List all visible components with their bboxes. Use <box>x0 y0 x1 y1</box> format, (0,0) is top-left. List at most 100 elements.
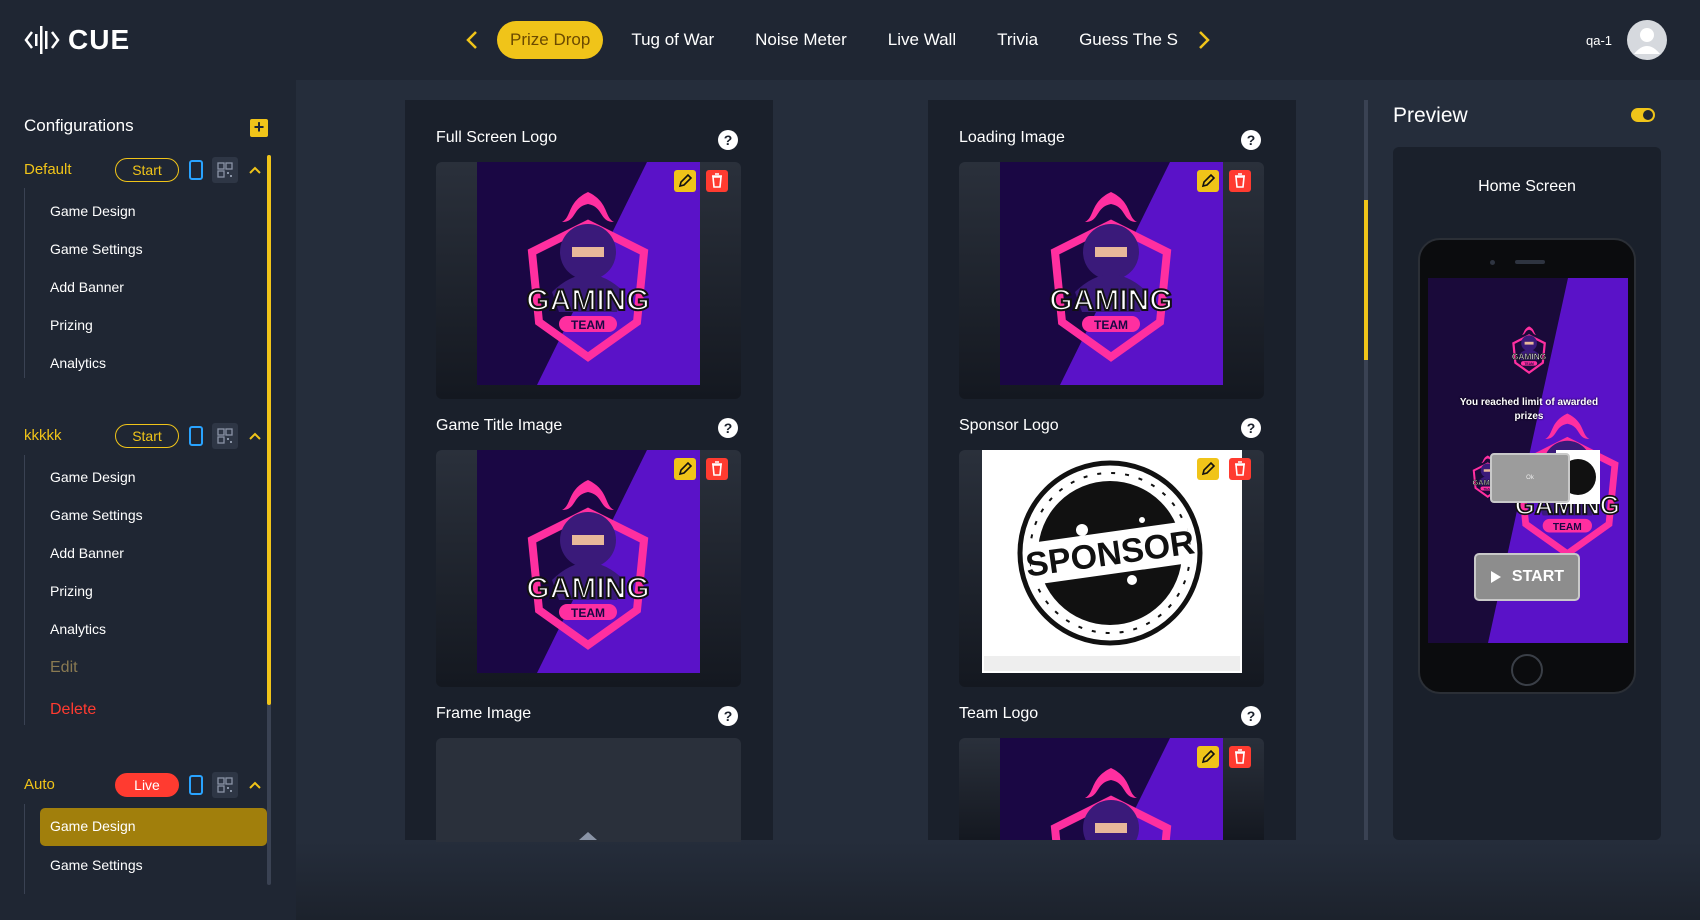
svg-text:TEAM: TEAM <box>571 318 605 332</box>
delete-trash-icon[interactable] <box>1229 170 1251 192</box>
start-label: START <box>1511 568 1565 585</box>
edit-pencil-icon[interactable] <box>1197 458 1219 480</box>
svg-text:GAMING: GAMING <box>526 572 649 605</box>
main-scroll-thumb[interactable] <box>1364 200 1368 360</box>
sidebar-item-game-settings[interactable]: Game Settings <box>50 241 143 257</box>
chevron-up-icon[interactable] <box>248 780 262 790</box>
sidebar-item-game-settings[interactable]: Game Settings <box>50 857 143 873</box>
preview-title: Preview <box>1393 104 1468 127</box>
avatar[interactable] <box>1627 20 1667 60</box>
add-configuration-button[interactable]: + <box>250 118 268 137</box>
qr-code-icon[interactable] <box>212 423 238 449</box>
sidebar-item-prizing[interactable]: Prizing <box>50 317 93 333</box>
edit-pencil-icon[interactable] <box>1197 170 1219 192</box>
tab-prize-drop[interactable]: Prize Drop <box>497 21 604 59</box>
game-title-image-upload[interactable]: GAMING TEAM <box>436 450 741 687</box>
gaming-logo-image: GAMING TEAM <box>1000 738 1223 840</box>
tab-trivia[interactable]: Trivia <box>984 21 1051 59</box>
edit-pencil-icon[interactable] <box>674 170 696 192</box>
help-icon[interactable]: ? <box>1241 418 1261 438</box>
phone-screen: GAMING TEAM GAMING TEAM GAMING TEAM You … <box>1428 278 1628 643</box>
mobile-preview-icon[interactable] <box>189 775 203 795</box>
tab-noise-meter[interactable]: Noise Meter <box>742 21 860 59</box>
loading-image-label: Loading Image <box>959 129 1065 146</box>
sidebar-item-prizing[interactable]: Prizing <box>50 583 93 599</box>
config-name-kkkkk[interactable]: kkkkk <box>24 427 62 444</box>
sponsor-stamp-image: SPONSOR <box>982 450 1242 673</box>
delete-config-link[interactable]: Delete <box>50 701 96 719</box>
config-name-default[interactable]: Default <box>24 161 72 178</box>
scroll-up-icon[interactable] <box>577 828 599 842</box>
sidebar-item-game-design[interactable]: Game Design <box>50 203 136 219</box>
edit-config-link[interactable]: Edit <box>50 659 78 677</box>
edit-pencil-icon[interactable] <box>674 458 696 480</box>
sidebar-item-analytics[interactable]: Analytics <box>50 621 106 637</box>
team-logo-upload[interactable]: GAMING TEAM <box>959 738 1264 840</box>
sidebar-scroll-thumb[interactable] <box>267 155 271 705</box>
tab-guess-the-score[interactable]: Guess The Sc <box>1066 21 1178 59</box>
help-icon[interactable]: ? <box>718 418 738 438</box>
chevron-right-icon[interactable] <box>1194 26 1214 54</box>
play-icon <box>1490 571 1501 583</box>
top-bar: CUE Prize Drop Tug of War Noise Meter Li… <box>0 0 1700 80</box>
gaming-logo-image: GAMING TEAM <box>477 162 700 385</box>
tree-line <box>24 804 25 894</box>
sidebar-item-analytics[interactable]: Analytics <box>50 355 106 371</box>
edit-pencil-icon[interactable] <box>1197 746 1219 768</box>
user-name: qa-1 <box>1586 33 1613 48</box>
svg-text:GAMING: GAMING <box>526 284 649 317</box>
svg-text:TEAM: TEAM <box>1553 522 1582 533</box>
game-title-image-label: Game Title Image <box>436 417 563 434</box>
sidebar-item-add-banner[interactable]: Add Banner <box>50 279 124 295</box>
live-badge[interactable]: Live <box>115 773 179 797</box>
cue-logo-icon <box>24 26 60 54</box>
qr-code-icon[interactable] <box>212 772 238 798</box>
ok-button[interactable]: Ok <box>1490 453 1570 503</box>
tree-line <box>24 455 25 725</box>
sponsor-logo-label: Sponsor Logo <box>959 417 1059 434</box>
svg-text:TEAM: TEAM <box>571 606 605 620</box>
svg-text:TEAM: TEAM <box>1524 362 1534 366</box>
delete-trash-icon[interactable] <box>706 458 728 480</box>
qr-code-icon[interactable] <box>212 157 238 183</box>
delete-trash-icon[interactable] <box>706 170 728 192</box>
delete-trash-icon[interactable] <box>1229 458 1251 480</box>
help-icon[interactable]: ? <box>718 706 738 726</box>
mobile-preview-icon[interactable] <box>189 160 203 180</box>
delete-trash-icon[interactable] <box>1229 746 1251 768</box>
sidebar-item-add-banner[interactable]: Add Banner <box>50 545 124 561</box>
sidebar-item-game-design[interactable]: Game Design <box>50 469 136 485</box>
start-button[interactable]: Start <box>115 424 179 448</box>
chevron-left-icon[interactable] <box>462 26 482 54</box>
chevron-up-icon[interactable] <box>248 431 262 441</box>
phone-mockup: GAMING TEAM GAMING TEAM GAMING TEAM You … <box>1418 238 1636 694</box>
help-icon[interactable]: ? <box>718 130 738 150</box>
start-game-button[interactable]: START <box>1474 553 1580 601</box>
preview-toggle[interactable] <box>1631 108 1655 122</box>
sponsor-logo-upload[interactable]: SPONSOR <box>959 450 1264 687</box>
config-name-auto[interactable]: Auto <box>24 776 55 793</box>
chevron-up-icon[interactable] <box>248 165 262 175</box>
tree-line <box>24 188 25 378</box>
tab-tug-of-war[interactable]: Tug of War <box>618 21 727 59</box>
start-button[interactable]: Start <box>115 158 179 182</box>
bottom-bar <box>296 842 1700 920</box>
full-screen-logo-label: Full Screen Logo <box>436 129 557 146</box>
sidebar-item-game-design-selected[interactable]: Game Design <box>40 808 267 846</box>
help-icon[interactable]: ? <box>1241 130 1261 150</box>
game-tabs: Prize Drop Tug of War Noise Meter Live W… <box>497 21 1193 59</box>
help-icon[interactable]: ? <box>1241 706 1261 726</box>
loading-image-upload[interactable]: GAMING TEAM <box>959 162 1264 399</box>
sidebar-item-game-settings[interactable]: Game Settings <box>50 507 143 523</box>
full-screen-logo-upload[interactable]: GAMING TEAM <box>436 162 741 399</box>
phone-camera <box>1490 260 1495 265</box>
gaming-logo-image: GAMING TEAM <box>477 450 700 673</box>
app-logo[interactable]: CUE <box>24 22 130 58</box>
svg-text:GAMING: GAMING <box>1049 284 1172 317</box>
preview-screen-label: Home Screen <box>1478 178 1576 195</box>
phone-home-button <box>1511 654 1543 686</box>
mobile-preview-icon[interactable] <box>189 426 203 446</box>
gaming-logo-image: GAMING TEAM <box>1000 162 1223 385</box>
tab-live-wall[interactable]: Live Wall <box>875 21 969 59</box>
svg-text:TEAM: TEAM <box>1094 318 1128 332</box>
